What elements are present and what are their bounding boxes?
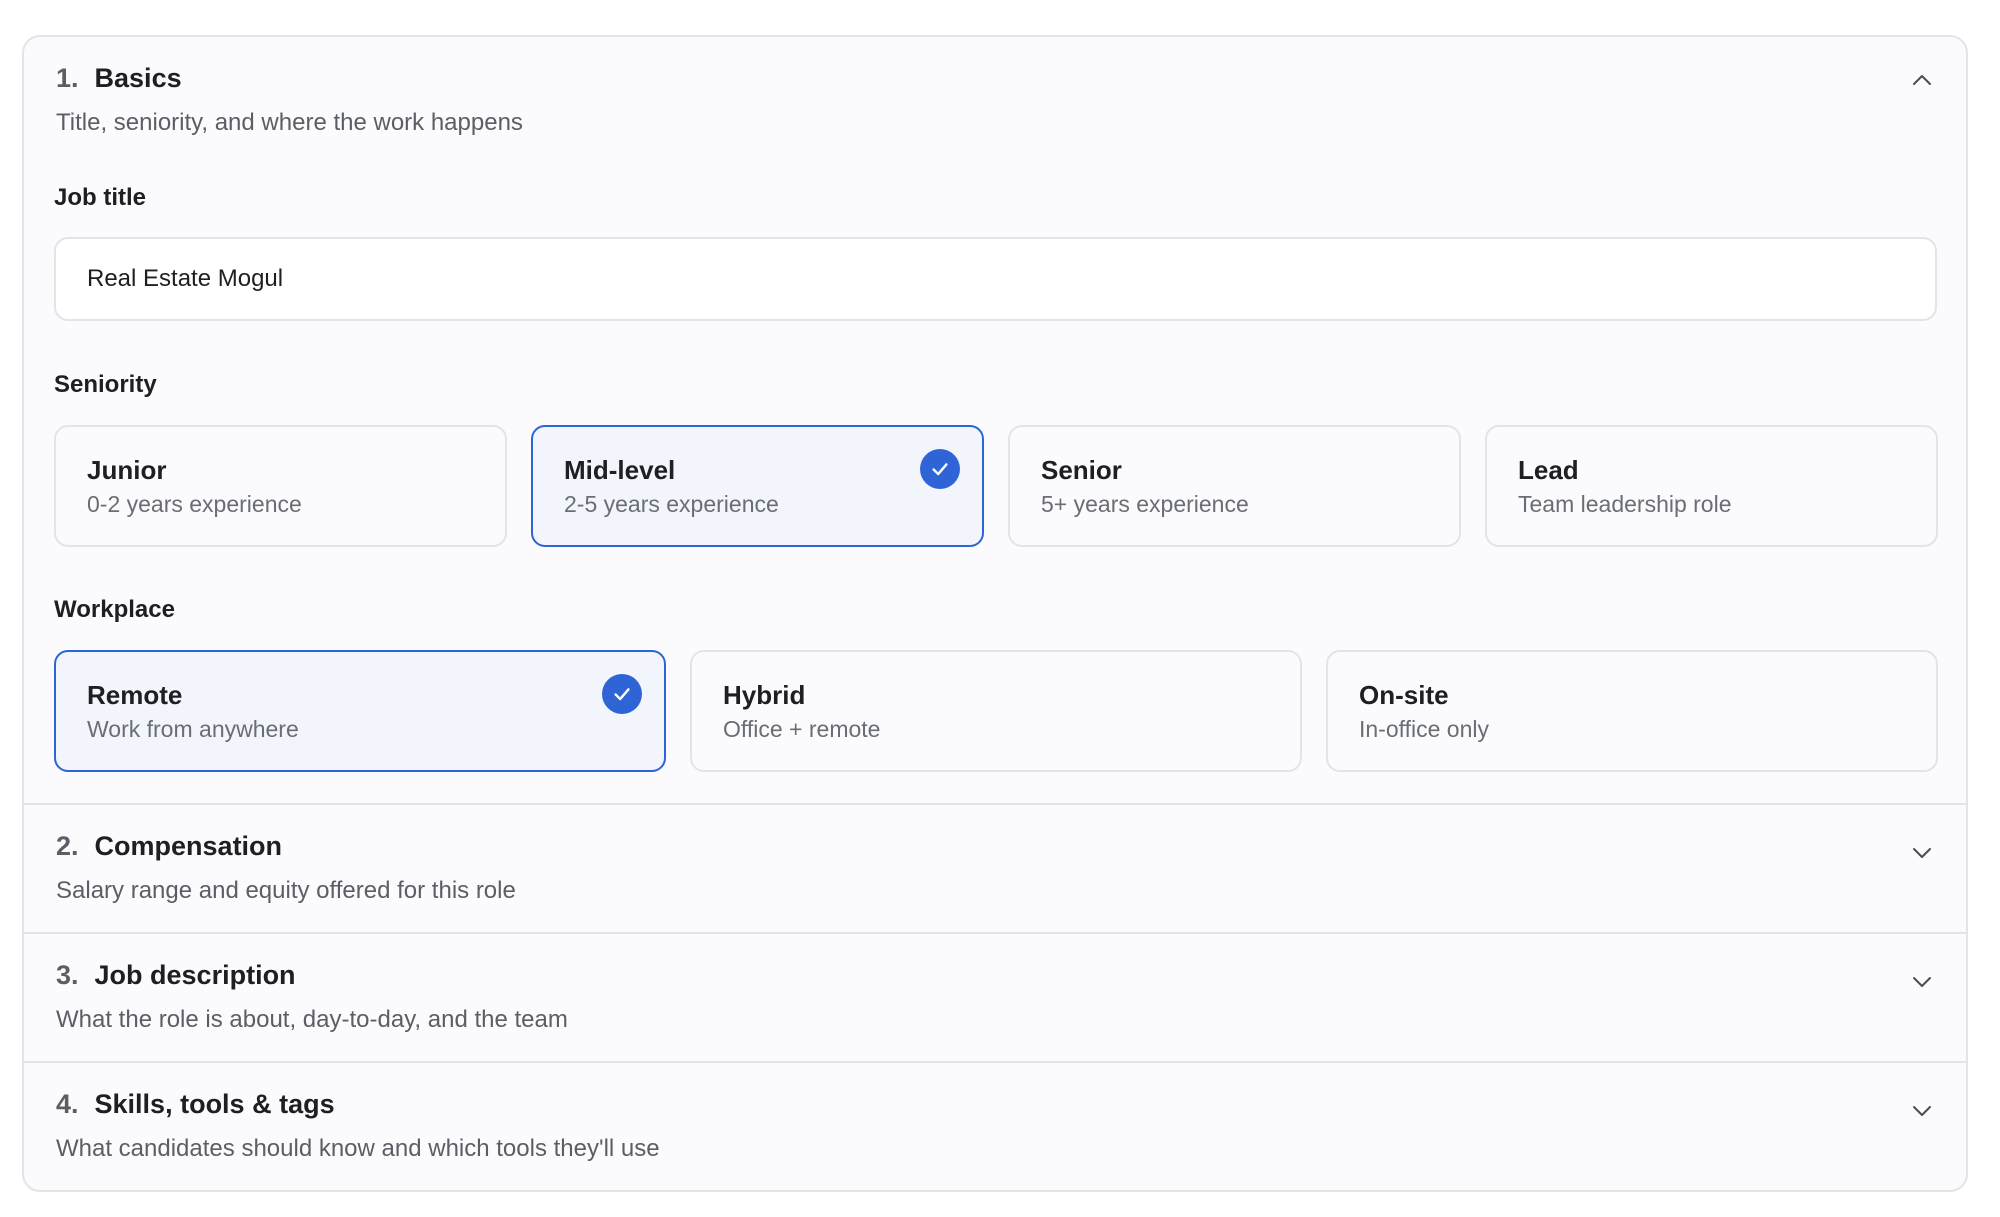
option-description: Office + remote <box>723 716 881 742</box>
workplace-option-on-site[interactable]: On-site In-office only <box>1326 650 1938 772</box>
option-description: Work from anywhere <box>87 716 299 742</box>
checkmark-icon <box>920 449 960 489</box>
section-number: 1. <box>56 63 79 93</box>
section-skills-tools-tags[interactable]: 4. Skills, tools & tags What candidates … <box>24 1063 1966 1190</box>
chevron-down-icon[interactable] <box>1910 970 1934 994</box>
section-title: Basics <box>94 63 182 93</box>
option-title: Lead <box>1518 455 1579 485</box>
section-header-basics[interactable]: 1. Basics <box>56 63 182 94</box>
section-title: Job description <box>94 960 296 990</box>
section-header-job-description[interactable]: 3. Job description <box>56 960 296 991</box>
option-description: 2-5 years experience <box>564 491 779 517</box>
option-title: Mid-level <box>564 455 676 485</box>
job-title-input[interactable] <box>54 237 1937 321</box>
option-title: Senior <box>1041 455 1122 485</box>
chevron-down-icon[interactable] <box>1910 1099 1934 1123</box>
section-subtitle: Salary range and equity offered for this… <box>56 877 516 904</box>
section-compensation[interactable]: 2. Compensation Salary range and equity … <box>24 805 1966 934</box>
seniority-option-mid-level[interactable]: Mid-level 2-5 years experience <box>531 425 984 547</box>
job-form-card: 1. Basics Title, seniority, and where th… <box>22 35 1968 1192</box>
workplace-option-remote[interactable]: Remote Work from anywhere <box>54 650 666 772</box>
chevron-up-icon[interactable] <box>1910 68 1934 92</box>
workplace-label: Workplace <box>54 596 175 623</box>
section-subtitle: What the role is about, day-to-day, and … <box>56 1006 568 1033</box>
seniority-option-lead[interactable]: Lead Team leadership role <box>1485 425 1938 547</box>
seniority-label: Seniority <box>54 371 157 398</box>
checkmark-icon <box>602 674 642 714</box>
option-description: 5+ years experience <box>1041 491 1249 517</box>
section-header-compensation[interactable]: 2. Compensation <box>56 831 282 862</box>
option-description: In-office only <box>1359 716 1489 742</box>
section-number: 4. <box>56 1089 79 1119</box>
seniority-option-senior[interactable]: Senior 5+ years experience <box>1008 425 1461 547</box>
section-header-skills-tools-tags[interactable]: 4. Skills, tools & tags <box>56 1089 335 1120</box>
seniority-option-junior[interactable]: Junior 0-2 years experience <box>54 425 507 547</box>
section-basics: 1. Basics Title, seniority, and where th… <box>24 37 1966 805</box>
section-subtitle: What candidates should know and which to… <box>56 1135 660 1162</box>
section-number: 3. <box>56 960 79 990</box>
option-title: Hybrid <box>723 680 806 710</box>
job-title-label: Job title <box>54 184 147 211</box>
section-title: Compensation <box>94 831 283 861</box>
option-title: Junior <box>87 455 167 485</box>
option-description: Team leadership role <box>1518 491 1732 517</box>
option-description: 0-2 years experience <box>87 491 302 517</box>
option-title: On-site <box>1359 680 1449 710</box>
section-number: 2. <box>56 831 79 861</box>
chevron-down-icon[interactable] <box>1910 841 1934 865</box>
section-job-description[interactable]: 3. Job description What the role is abou… <box>24 934 1966 1063</box>
section-title: Skills, tools & tags <box>94 1089 335 1119</box>
workplace-option-hybrid[interactable]: Hybrid Office + remote <box>690 650 1302 772</box>
section-subtitle: Title, seniority, and where the work hap… <box>56 109 523 136</box>
option-title: Remote <box>87 680 183 710</box>
